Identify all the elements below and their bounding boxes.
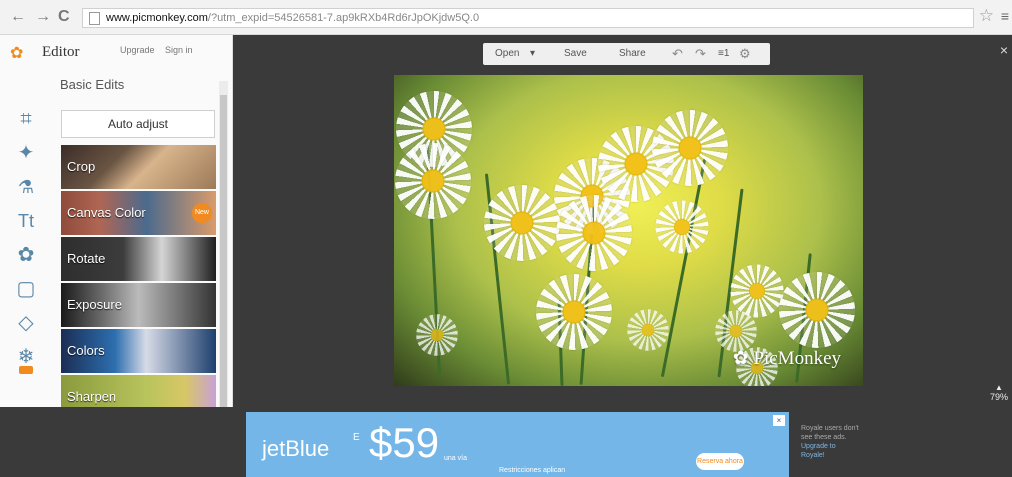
crop-icon[interactable]: ⌗ xyxy=(8,103,44,135)
browser-toolbar: ← → C www.picmonkey.com/?utm_expid=54526… xyxy=(0,0,1012,35)
ad-price: $59 xyxy=(369,419,440,466)
edit-colors[interactable]: Colors xyxy=(61,329,216,373)
daisy-flower xyxy=(556,195,632,271)
royale-line-1: Royale users don't xyxy=(801,425,859,432)
edit-exposure[interactable]: Exposure xyxy=(61,283,216,327)
frame-icon[interactable]: ▢ xyxy=(8,273,44,305)
forward-icon[interactable]: → xyxy=(35,8,51,26)
daisy-flower xyxy=(652,110,728,186)
ad-close-icon[interactable]: × xyxy=(773,415,785,426)
sidebar-scrollbar[interactable] xyxy=(219,81,228,439)
edit-label: Rotate xyxy=(67,251,106,266)
edit-label: Canvas Color xyxy=(67,205,146,220)
daisy-flower xyxy=(536,274,612,350)
settings-icon[interactable]: ⚙ xyxy=(739,46,751,62)
refresh-icon[interactable]: C xyxy=(58,8,70,26)
url-domain: www.picmonkey.com xyxy=(106,12,208,24)
edit-crop[interactable]: Crop xyxy=(61,145,216,189)
seasonal-icon[interactable]: ❄ xyxy=(8,341,44,374)
picmonkey-logo-icon: ✿ xyxy=(10,45,24,62)
paint-bottle-icon[interactable]: ⚗ xyxy=(8,171,44,203)
share-button[interactable]: Share xyxy=(619,48,646,59)
zoom-level: 79% xyxy=(989,392,1008,402)
text-icon[interactable]: Tt xyxy=(8,205,44,237)
page-icon xyxy=(89,12,100,25)
bookmark-star-icon[interactable]: ☆ xyxy=(979,6,994,26)
texture-icon[interactable]: ◇ xyxy=(8,307,44,339)
basic-edits-title: Basic Edits xyxy=(60,77,125,92)
jetblue-ad[interactable]: jetBlue E $59 una vía Restricciones apli… xyxy=(246,412,789,477)
editor-logo-text: Editor xyxy=(42,44,80,60)
daisy-flower xyxy=(655,200,709,254)
redo-icon[interactable]: ↷ xyxy=(695,46,706,62)
royale-upgrade-note: Royale users don't see these ads. Upgrad… xyxy=(801,424,891,460)
daisy-flower xyxy=(484,185,560,261)
editor-canvas: Open ▾ Save Share ↶ ↷ ≡1 ⚙ × ✿ PicMonkey… xyxy=(233,35,1012,407)
browser-menu-icon[interactable]: ≡ xyxy=(1001,8,1009,24)
daisy-flower xyxy=(627,309,669,351)
close-icon[interactable]: × xyxy=(1000,42,1008,58)
picmonkey-watermark: ✿ PicMonkey xyxy=(733,347,841,370)
watermark-text: PicMonkey xyxy=(753,348,841,369)
edit-label: Colors xyxy=(67,343,105,358)
daisy-flower xyxy=(779,272,855,348)
royale-link[interactable]: Royale! xyxy=(801,451,891,460)
magic-wand-icon[interactable]: ✦ xyxy=(8,137,44,169)
open-button[interactable]: Open xyxy=(495,48,519,59)
ad-price-prefix: E xyxy=(353,432,360,443)
ad-book-button[interactable]: Reserva ahora xyxy=(696,453,744,470)
zoom-control[interactable]: ▲ 79% xyxy=(990,383,1008,402)
sign-in-link[interactable]: Sign in xyxy=(165,45,193,55)
open-dropdown-icon[interactable]: ▾ xyxy=(530,48,535,59)
zoom-arrow-icon[interactable]: ▲ xyxy=(990,383,1008,392)
account-links: Upgrade Sign in xyxy=(120,45,201,55)
editor-toolbar: Open ▾ Save Share ↶ ↷ ≡1 ⚙ xyxy=(483,43,770,65)
basic-edits-list: Crop Canvas Color New Rotate Exposure Co… xyxy=(61,145,216,421)
scrollbar-thumb[interactable] xyxy=(220,95,227,415)
ad-fine-print: Restricciones aplican xyxy=(499,467,566,474)
daisy-flower xyxy=(395,143,471,219)
tool-rail: ⌗ ✦ ⚗ Tt ✿ ▢ ◇ ❄ xyxy=(8,103,44,375)
butterfly-icon[interactable]: ✿ xyxy=(8,239,44,271)
edit-rotate[interactable]: Rotate xyxy=(61,237,216,281)
edit-label: Sharpen xyxy=(67,389,117,404)
editor-sidebar: ✿ Editor Upgrade Sign in Basic Edits ⌗ ✦… xyxy=(0,35,233,439)
new-badge: New xyxy=(192,203,212,223)
ad-brand: jetBlue xyxy=(262,436,330,461)
edit-label: Exposure xyxy=(67,297,122,312)
upgrade-link[interactable]: Upgrade xyxy=(120,45,155,55)
url-path: /?utm_expid=54526581-7.ap9kRXb4Rd6rJpOKj… xyxy=(207,12,480,24)
ad-bar: jetBlue E $59 una vía Restricciones apli… xyxy=(0,407,1012,477)
seasonal-symbol: ❄ xyxy=(17,346,35,368)
watermark-logo-icon: ✿ xyxy=(732,348,749,369)
royale-line-2: see these ads. xyxy=(801,434,847,441)
photo-canvas[interactable]: ✿ PicMonkey xyxy=(394,75,863,386)
daisy-flower xyxy=(416,314,458,356)
edit-canvas-color[interactable]: Canvas Color New xyxy=(61,191,216,235)
undo-icon[interactable]: ↶ xyxy=(672,46,683,62)
royale-upgrade-link[interactable]: Upgrade to xyxy=(801,442,891,451)
auto-adjust-button[interactable]: Auto adjust xyxy=(61,110,215,138)
back-icon[interactable]: ← xyxy=(10,8,26,26)
flower-stem xyxy=(660,158,707,378)
edit-label: Crop xyxy=(67,159,96,174)
save-button[interactable]: Save xyxy=(564,48,587,59)
address-bar[interactable]: www.picmonkey.com/?utm_expid=54526581-7.… xyxy=(82,8,974,28)
layers-icon[interactable]: ≡1 xyxy=(718,48,729,59)
ad-subtitle: una vía xyxy=(444,455,467,462)
daisy-flower xyxy=(715,310,757,352)
